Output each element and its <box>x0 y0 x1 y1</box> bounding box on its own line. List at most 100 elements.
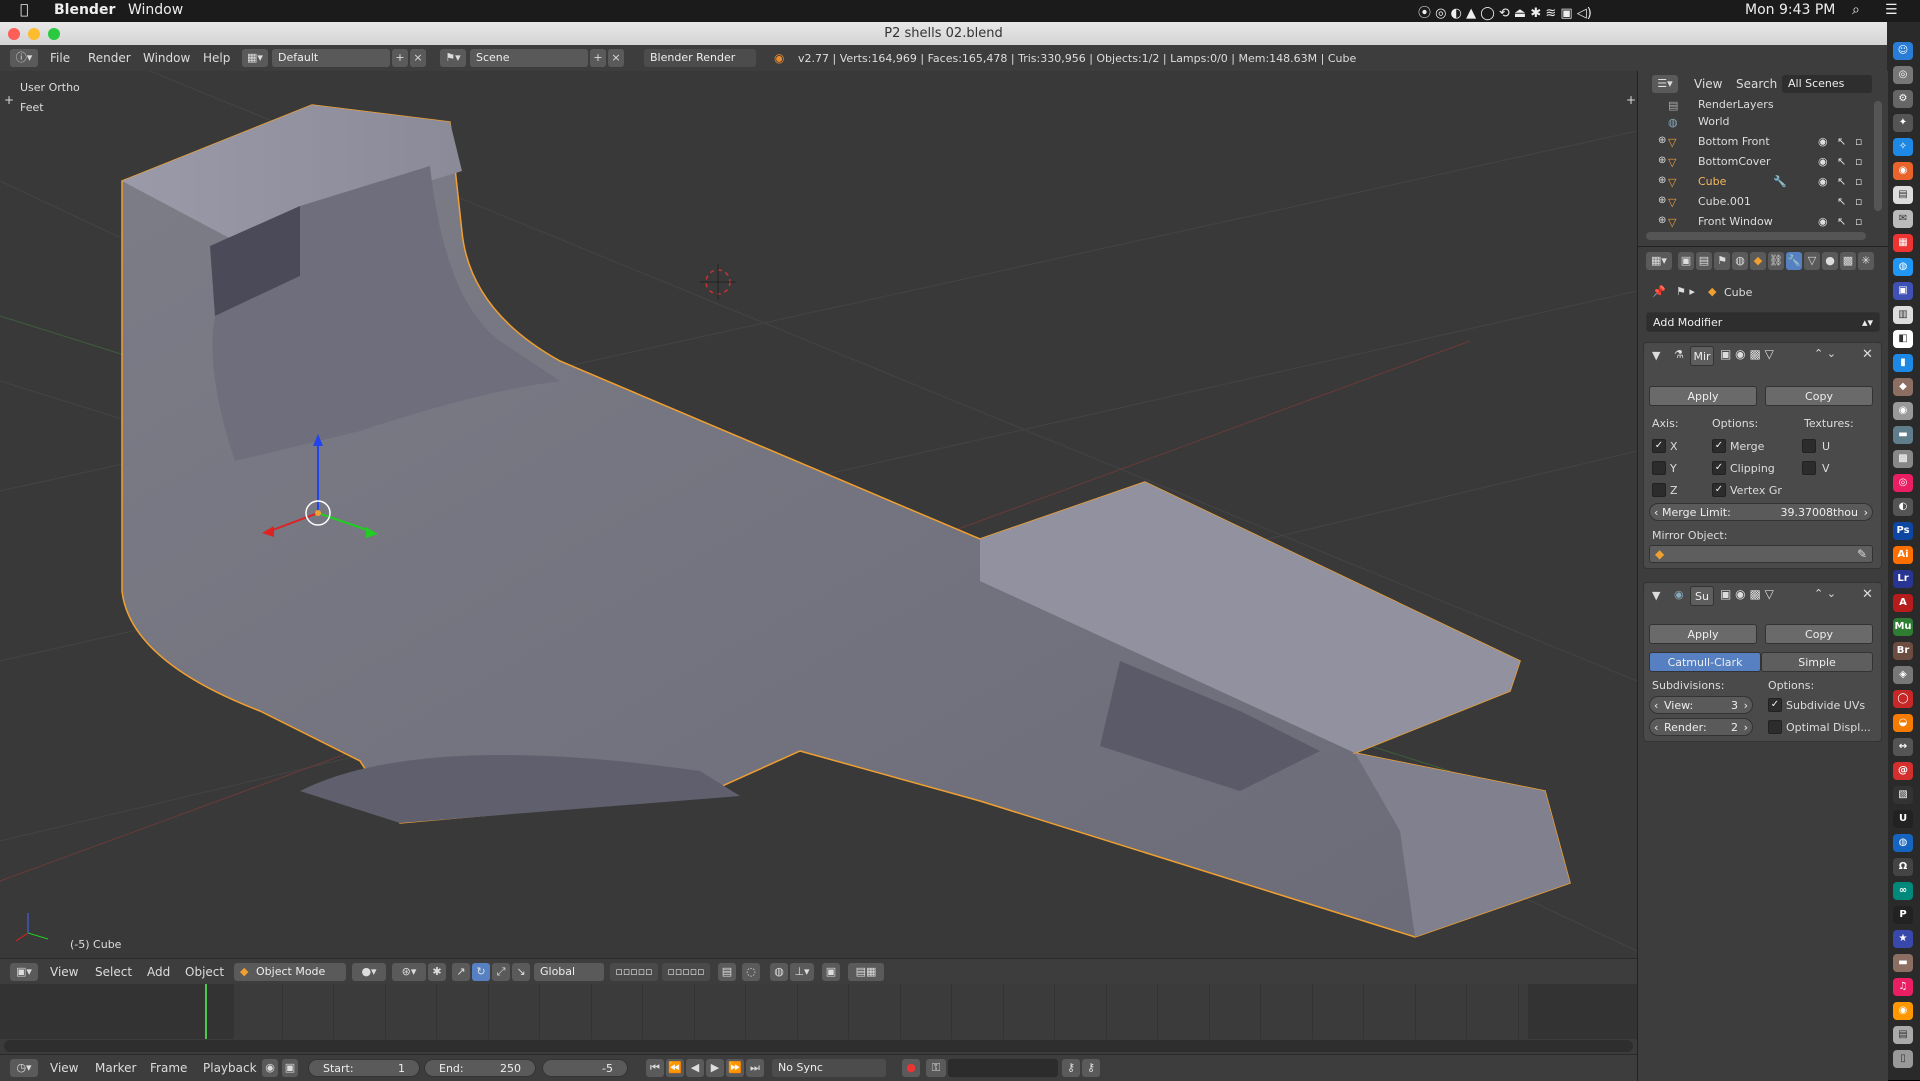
app-icon-20[interactable]: ▤ <box>1893 1026 1913 1044</box>
play-icon[interactable]: ▶ <box>706 1059 724 1077</box>
collapse-triangle-icon[interactable]: ▼ <box>1652 589 1660 602</box>
menu-view[interactable]: View <box>50 965 78 979</box>
app-icon-14[interactable]: Ω <box>1893 858 1913 876</box>
outliner-row-cube001[interactable]: ⊕ ▽ Cube.001 ↖ ▫ <box>1638 192 1872 212</box>
3d-viewport[interactable]: User Ortho Feet (-5) Cube + + <box>0 71 1637 958</box>
outliner-scene-filter[interactable]: All Scenes <box>1782 75 1872 93</box>
app-icon-19[interactable]: ◉ <box>1893 1002 1913 1020</box>
layers-group-2[interactable]: ▫▫▫▫▫ <box>662 963 710 981</box>
render-camera-icon[interactable]: ▫ <box>1855 135 1862 148</box>
orientation-select[interactable]: Global <box>534 963 604 981</box>
lightroom-icon[interactable]: Lr <box>1893 570 1913 588</box>
launchpad-icon[interactable]: ◎ <box>1893 66 1913 84</box>
subsurf-apply-button[interactable]: Apply <box>1649 624 1757 644</box>
app-icon-15[interactable]: ∞ <box>1893 882 1913 900</box>
rotate-icon[interactable]: ↻ <box>472 963 490 981</box>
jump-keyframe-forward-icon[interactable]: ⏩ <box>726 1059 744 1077</box>
pin-icon[interactable]: 📌 <box>1652 285 1666 298</box>
trash-icon[interactable]: ▯ <box>1893 1050 1913 1068</box>
outliner-hscrollbar[interactable] <box>1646 232 1866 240</box>
toolshelf-toggle-icon[interactable]: + <box>1626 93 1636 107</box>
axis-y-checkbox[interactable] <box>1652 461 1666 475</box>
delete-keyframe-icon[interactable]: ⚷ <box>1082 1059 1100 1077</box>
axis-z-checkbox[interactable] <box>1652 483 1666 497</box>
mirror-name-field[interactable]: Mir <box>1690 346 1714 366</box>
delete-screen-icon[interactable]: × <box>410 49 426 67</box>
current-frame-field[interactable]: -5 <box>542 1059 628 1077</box>
render-camera-icon[interactable]: ▫ <box>1855 175 1862 188</box>
keying-set-field[interactable] <box>948 1059 1058 1077</box>
lock-camera-icon[interactable]: ▤ <box>718 963 736 981</box>
visibility-eye-icon[interactable]: ◉ <box>1818 175 1828 188</box>
app-icon-12[interactable]: @ <box>1893 762 1913 780</box>
outliner-editor-icon[interactable]: ☰▾ <box>1652 75 1678 93</box>
manipulator-toggle-icon[interactable]: ✱ <box>428 963 446 981</box>
expand-icon[interactable]: ⊕ <box>1658 195 1666 206</box>
app-icon-5[interactable]: ◉ <box>1893 402 1913 420</box>
app-icon-16[interactable]: P <box>1893 906 1913 924</box>
layers-tab-icon[interactable]: ▤ <box>1696 252 1712 270</box>
catmull-clark-button[interactable]: Catmull-Clark <box>1649 652 1761 672</box>
eyedropper-icon[interactable]: ✎ <box>1857 547 1867 561</box>
render-levels-field[interactable]: ‹ Render: 2 › <box>1649 718 1753 736</box>
app-icon-11[interactable]: ↔ <box>1893 738 1913 756</box>
add-screen-icon[interactable]: + <box>392 49 408 67</box>
timeline-editor-icon[interactable]: ◷▾ <box>10 1059 38 1077</box>
mirror-object-field[interactable]: ◆ ✎ <box>1649 545 1873 563</box>
subsurf-copy-button[interactable]: Copy <box>1765 624 1873 644</box>
outliner-row-bottom-front[interactable]: ⊕ ▽ Bottom Front ◉ ↖ ▫ <box>1638 132 1872 152</box>
shading-select-icon[interactable]: ●▾ <box>352 963 386 981</box>
current-frame-indicator[interactable] <box>205 984 207 1039</box>
properties-toggle-icon[interactable]: + <box>4 93 14 107</box>
outliner-view-menu[interactable]: View <box>1694 77 1722 91</box>
sync-select[interactable]: No Sync <box>772 1059 886 1077</box>
world-tab-icon[interactable]: ◍ <box>1732 252 1748 270</box>
clipping-checkbox[interactable]: ✓ <box>1712 461 1726 475</box>
notes-icon[interactable]: ▤ <box>1893 186 1913 204</box>
expand-icon[interactable]: ⊕ <box>1658 135 1666 146</box>
close-window-button[interactable] <box>8 28 20 40</box>
jump-start-icon[interactable]: ⏮ <box>646 1059 664 1077</box>
subdivide-uvs-checkbox[interactable]: ✓ <box>1768 698 1782 712</box>
translate-icon[interactable]: ↗ <box>452 963 470 981</box>
data-tab-icon[interactable]: ▽ <box>1804 252 1820 270</box>
properties-editor-icon[interactable]: ▦▾ <box>1646 252 1672 270</box>
modifiers-tab-icon[interactable]: 🔧 <box>1786 252 1802 270</box>
object-tab-icon[interactable]: ◆ <box>1750 252 1766 270</box>
menu-object[interactable]: Object <box>185 965 224 979</box>
app-icon-9[interactable]: ◈ <box>1893 666 1913 684</box>
chrome-icon[interactable]: ◎ <box>1893 474 1913 492</box>
scene-tab-icon[interactable]: ⚑ <box>1714 252 1730 270</box>
mirror-display-toggles[interactable]: ▣ ◉ ▩ ▽ <box>1720 347 1774 361</box>
unity-icon[interactable]: U <box>1893 810 1913 828</box>
screen-layout-icon[interactable]: ▦▾ <box>242 49 268 67</box>
play-reverse-icon[interactable]: ◀ <box>686 1059 704 1077</box>
app-menu[interactable]: Blender <box>54 2 115 18</box>
photoshop-icon[interactable]: Ps <box>1893 522 1913 540</box>
timeline-area[interactable]: -40-30-20-100102030405060708090100110120… <box>0 984 1637 1054</box>
acrobat-icon[interactable]: A <box>1893 594 1913 612</box>
texture-v-checkbox[interactable] <box>1802 461 1816 475</box>
subsurf-move-icons[interactable]: ⌃ ⌄ <box>1814 587 1836 600</box>
window-menu[interactable]: Window <box>128 2 183 18</box>
menu-add[interactable]: Add <box>147 965 170 979</box>
bridge-icon[interactable]: Br <box>1893 642 1913 660</box>
opengl-render-icon[interactable]: ▣ <box>822 963 840 981</box>
mirror-copy-button[interactable]: Copy <box>1765 386 1873 406</box>
select-cursor-icon[interactable]: ↖ <box>1837 175 1846 188</box>
constraints-tab-icon[interactable]: ⛓ <box>1768 252 1784 270</box>
pivot-select-icon[interactable]: ⊛▾ <box>392 963 426 981</box>
mirror-move-icons[interactable]: ⌃ ⌄ <box>1814 347 1836 360</box>
render-camera-icon[interactable]: ▫ <box>1855 215 1862 228</box>
particles-tab-icon[interactable]: ✳ <box>1858 252 1874 270</box>
photo-icon[interactable]: ✦ <box>1893 114 1913 132</box>
texture-tab-icon[interactable]: ▩ <box>1840 252 1856 270</box>
jump-keyframe-back-icon[interactable]: ⏪ <box>666 1059 684 1077</box>
add-scene-icon[interactable]: + <box>590 49 606 67</box>
timeline-scrollbar[interactable] <box>4 1040 1633 1052</box>
screen-layout-field[interactable]: Default <box>272 49 390 67</box>
menu-file[interactable]: File <box>50 51 70 65</box>
vertex-groups-checkbox[interactable]: ✓ <box>1712 483 1726 497</box>
keying-set-icon[interactable]: ⚿ <box>926 1059 946 1077</box>
scene-icon[interactable]: ⚑▾ <box>440 49 466 67</box>
